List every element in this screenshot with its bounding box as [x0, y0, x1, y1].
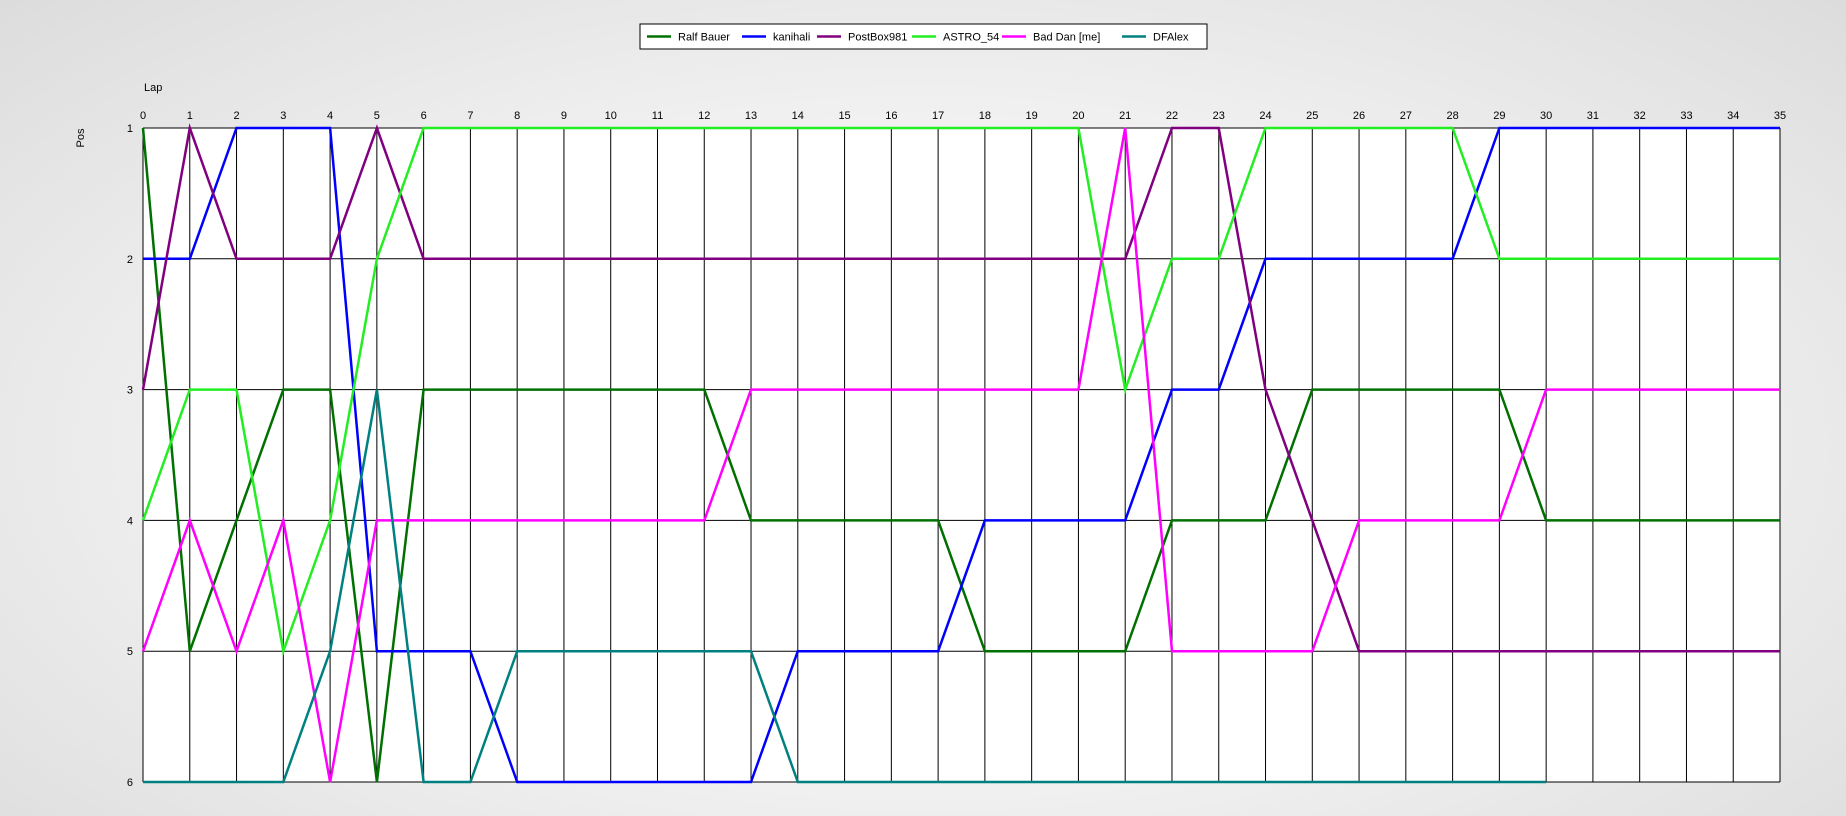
x-tick-label: 32	[1634, 110, 1646, 122]
x-tick-label: 26	[1353, 110, 1365, 122]
x-tick-label: 0	[140, 110, 146, 122]
x-tick-label: 8	[514, 110, 520, 122]
legend-label-4: Bad Dan [me]	[1033, 32, 1100, 44]
y-tick-label: 4	[127, 515, 133, 527]
x-tick-label: 33	[1680, 110, 1692, 122]
x-tick-label: 2	[233, 110, 239, 122]
x-tick-label: 22	[1166, 110, 1178, 122]
x-tick-label: 1	[187, 110, 193, 122]
x-tick-label: 10	[605, 110, 617, 122]
x-tick-label: 20	[1072, 110, 1084, 122]
y-tick-label: 5	[127, 646, 133, 658]
x-tick-label: 5	[374, 110, 380, 122]
x-tick-label: 27	[1400, 110, 1412, 122]
y-tick-label: 6	[127, 777, 133, 789]
x-tick-label: 29	[1493, 110, 1505, 122]
x-tick-label: 12	[698, 110, 710, 122]
x-tick-label: 24	[1259, 110, 1271, 122]
x-tick-label: 14	[792, 110, 804, 122]
x-tick-label: 13	[745, 110, 757, 122]
x-tick-label: 3	[280, 110, 286, 122]
x-tick-label: 23	[1213, 110, 1225, 122]
x-tick-label: 17	[932, 110, 944, 122]
legend-label-2: PostBox981	[848, 32, 907, 44]
y-tick-label: 2	[127, 254, 133, 266]
legend-label-5: DFAlex	[1153, 32, 1189, 44]
x-axis-title: Lap	[144, 82, 162, 94]
x-tick-label: 4	[327, 110, 333, 122]
x-tick-label: 21	[1119, 110, 1131, 122]
y-tick-label: 1	[127, 123, 133, 135]
x-tick-label: 9	[561, 110, 567, 122]
y-tick-label: 3	[127, 385, 133, 397]
chart-svg: 0 1 2 3 4 5 6 7 8 9 10 11 12 13 14 15 16 17 18 19 20 21 22 23 24…	[75, 23, 1786, 789]
x-tick-label: 31	[1587, 110, 1599, 122]
x-tick-label: 30	[1540, 110, 1552, 122]
x-tick-label: 16	[885, 110, 897, 122]
x-tick-label: 11	[652, 110, 663, 122]
x-tick-label: 35	[1774, 110, 1786, 122]
x-tick-label: 28	[1446, 110, 1458, 122]
x-tick-label: 7	[467, 110, 473, 122]
legend-label-1: kanihali	[773, 32, 810, 44]
position-chart: 0 1 2 3 4 5 6 7 8 9 10 11 12 13 14 15 16 17 18 19 20 21 22 23 24…	[0, 0, 1846, 816]
x-tick-label: 19	[1026, 110, 1038, 122]
legend-label-0: Ralf Bauer	[678, 32, 730, 44]
x-tick-label: 25	[1306, 110, 1318, 122]
x-tick-label: 6	[421, 110, 427, 122]
y-axis-title: Pos	[75, 128, 87, 147]
x-tick-label: 34	[1727, 110, 1739, 122]
x-tick-label: 18	[979, 110, 991, 122]
legend-label-3: ASTRO_54	[943, 32, 999, 44]
x-tick-label: 15	[838, 110, 850, 122]
